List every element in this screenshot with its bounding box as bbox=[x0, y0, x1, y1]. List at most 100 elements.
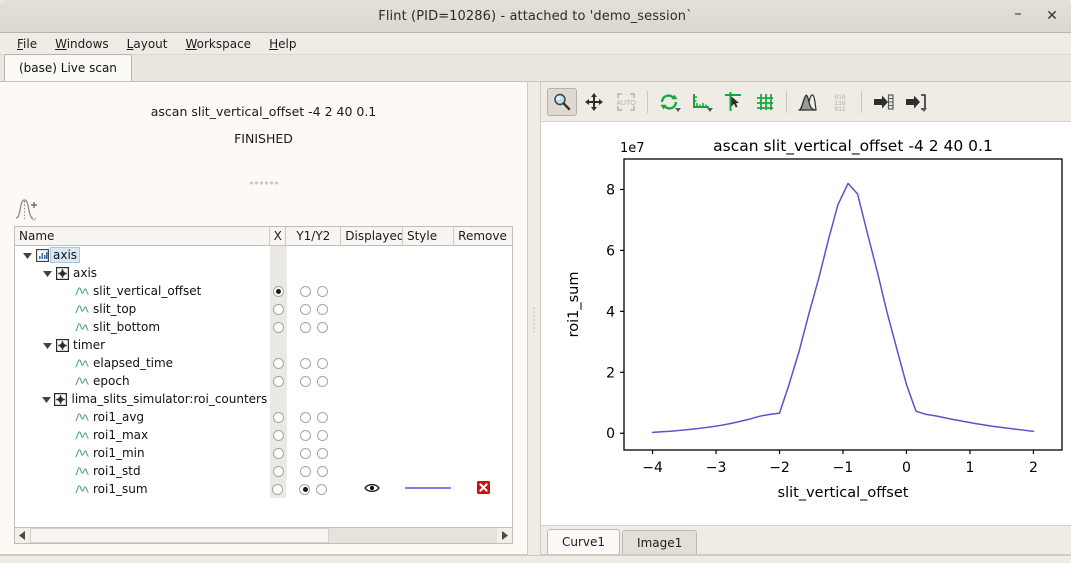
tree-row[interactable]: epoch bbox=[15, 372, 512, 390]
axis-scale-menu-caret[interactable] bbox=[707, 107, 713, 112]
panel-splitter[interactable] bbox=[528, 82, 540, 555]
x-axis-radio[interactable] bbox=[272, 465, 284, 477]
scroll-right-arrow[interactable] bbox=[497, 528, 512, 543]
x-axis-radio[interactable] bbox=[272, 411, 284, 423]
displayed-cell[interactable] bbox=[341, 480, 403, 498]
tree-row-name-cell[interactable]: axis bbox=[15, 264, 270, 282]
remove-cell[interactable] bbox=[454, 462, 512, 480]
minimize-button[interactable]: – bbox=[1009, 5, 1027, 25]
style-cell[interactable] bbox=[403, 390, 454, 408]
tab-image1[interactable]: Image1 bbox=[622, 530, 698, 554]
tree-row[interactable]: roi1_sum bbox=[15, 480, 512, 498]
tree-row[interactable]: roi1_std bbox=[15, 462, 512, 480]
remove-cell[interactable] bbox=[454, 390, 512, 408]
x-axis-radio[interactable] bbox=[272, 375, 284, 387]
x-radio-cell[interactable] bbox=[270, 336, 287, 354]
style-cell[interactable] bbox=[403, 354, 454, 372]
tree-row-name-cell[interactable]: roi1_sum bbox=[15, 480, 270, 498]
reset-zoom-menu-caret[interactable] bbox=[675, 107, 681, 112]
tree-expand-toggle-icon[interactable] bbox=[21, 246, 34, 264]
tree-row-name-cell[interactable]: slit_top bbox=[15, 300, 270, 318]
y1-axis-radio[interactable] bbox=[300, 411, 312, 423]
tree-row[interactable]: slit_top bbox=[15, 300, 512, 318]
displayed-cell[interactable] bbox=[342, 408, 404, 426]
tree-row[interactable]: axis bbox=[15, 246, 512, 264]
y1-axis-radio[interactable] bbox=[300, 303, 312, 315]
x-radio-cell[interactable] bbox=[270, 408, 287, 426]
x-radio-cell[interactable] bbox=[270, 264, 287, 282]
tree-row[interactable]: lima_slits_simulator:roi_counters bbox=[15, 390, 512, 408]
x-axis-radio[interactable] bbox=[272, 321, 284, 333]
export-plot-button[interactable] bbox=[900, 88, 930, 116]
tree-expand-toggle-icon[interactable] bbox=[41, 264, 54, 282]
remove-cell[interactable] bbox=[454, 480, 512, 498]
x-radio-cell[interactable] bbox=[270, 462, 287, 480]
style-cell[interactable] bbox=[403, 318, 454, 336]
y-radio-cell[interactable] bbox=[287, 444, 342, 462]
x-radio-cell[interactable] bbox=[269, 480, 287, 498]
y2-axis-radio[interactable] bbox=[317, 411, 329, 423]
tree-expand-toggle-icon[interactable] bbox=[41, 336, 54, 354]
x-axis-radio[interactable] bbox=[272, 303, 284, 315]
style-cell[interactable] bbox=[402, 480, 454, 498]
grid-toggle-button[interactable] bbox=[750, 88, 780, 116]
remove-cell[interactable] bbox=[454, 264, 512, 282]
remove-cell[interactable] bbox=[454, 300, 512, 318]
remove-cell[interactable] bbox=[454, 354, 512, 372]
x-axis-radio[interactable] bbox=[272, 357, 284, 369]
export-data-button[interactable] bbox=[868, 88, 898, 116]
y2-axis-radio[interactable] bbox=[317, 429, 329, 441]
style-cell[interactable] bbox=[403, 372, 454, 390]
y1-axis-radio[interactable] bbox=[300, 465, 312, 477]
curve-style-swatch[interactable] bbox=[402, 482, 454, 496]
raw-data-button[interactable]: 010 110 011 bbox=[825, 88, 855, 116]
x-radio-cell[interactable] bbox=[270, 246, 287, 264]
reset-zoom-button[interactable] bbox=[654, 88, 684, 116]
add-curve-icon[interactable] bbox=[14, 196, 42, 222]
scrollbar-thumb[interactable] bbox=[30, 528, 329, 543]
x-axis-radio[interactable] bbox=[272, 285, 284, 297]
y2-axis-radio[interactable] bbox=[317, 375, 329, 387]
tree-row[interactable]: roi1_min bbox=[15, 444, 512, 462]
tab-curve1[interactable]: Curve1 bbox=[547, 529, 621, 554]
y2-axis-radio[interactable] bbox=[316, 483, 328, 495]
column-header-remove[interactable]: Remove bbox=[454, 227, 512, 245]
y2-axis-radio[interactable] bbox=[317, 447, 329, 459]
tree-row-name-cell[interactable]: epoch bbox=[15, 372, 270, 390]
remove-cell[interactable] bbox=[454, 426, 512, 444]
remove-cell[interactable] bbox=[454, 282, 512, 300]
y-radio-cell[interactable] bbox=[287, 336, 342, 354]
y1-axis-radio[interactable] bbox=[299, 483, 311, 495]
marker-tool-button[interactable] bbox=[718, 88, 748, 116]
visibility-eye-icon[interactable] bbox=[363, 482, 380, 497]
tree-row-name-cell[interactable]: slit_bottom bbox=[15, 318, 270, 336]
x-radio-cell[interactable] bbox=[270, 300, 287, 318]
y-radio-cell[interactable] bbox=[287, 372, 342, 390]
y-radio-cell[interactable] bbox=[287, 246, 342, 264]
y1-axis-radio[interactable] bbox=[300, 447, 312, 459]
y2-axis-radio[interactable] bbox=[317, 321, 329, 333]
tree-row[interactable]: slit_bottom bbox=[15, 318, 512, 336]
column-header-displayed[interactable]: Displayed bbox=[341, 227, 403, 245]
export-plot-menu-caret[interactable] bbox=[921, 107, 927, 112]
remove-cell[interactable] bbox=[454, 408, 512, 426]
displayed-cell[interactable] bbox=[342, 444, 404, 462]
y-radio-cell[interactable] bbox=[287, 300, 342, 318]
y-radio-cell[interactable] bbox=[287, 426, 342, 444]
tree-row-name-cell[interactable]: roi1_avg bbox=[15, 408, 270, 426]
y-radio-cell[interactable] bbox=[287, 408, 342, 426]
y-radio-cell[interactable] bbox=[286, 480, 341, 498]
style-cell[interactable] bbox=[403, 246, 454, 264]
x-radio-cell[interactable] bbox=[270, 318, 287, 336]
y-radio-cell[interactable] bbox=[287, 264, 342, 282]
axis-scale-button[interactable] bbox=[686, 88, 716, 116]
displayed-cell[interactable] bbox=[342, 246, 404, 264]
tree-row[interactable]: timer bbox=[15, 336, 512, 354]
style-cell[interactable] bbox=[403, 462, 454, 480]
tree-row[interactable]: slit_vertical_offset bbox=[15, 282, 512, 300]
tree-row[interactable]: elapsed_time bbox=[15, 354, 512, 372]
remove-cell[interactable] bbox=[454, 372, 512, 390]
displayed-cell[interactable] bbox=[342, 354, 404, 372]
style-cell[interactable] bbox=[403, 426, 454, 444]
displayed-cell[interactable] bbox=[342, 372, 404, 390]
